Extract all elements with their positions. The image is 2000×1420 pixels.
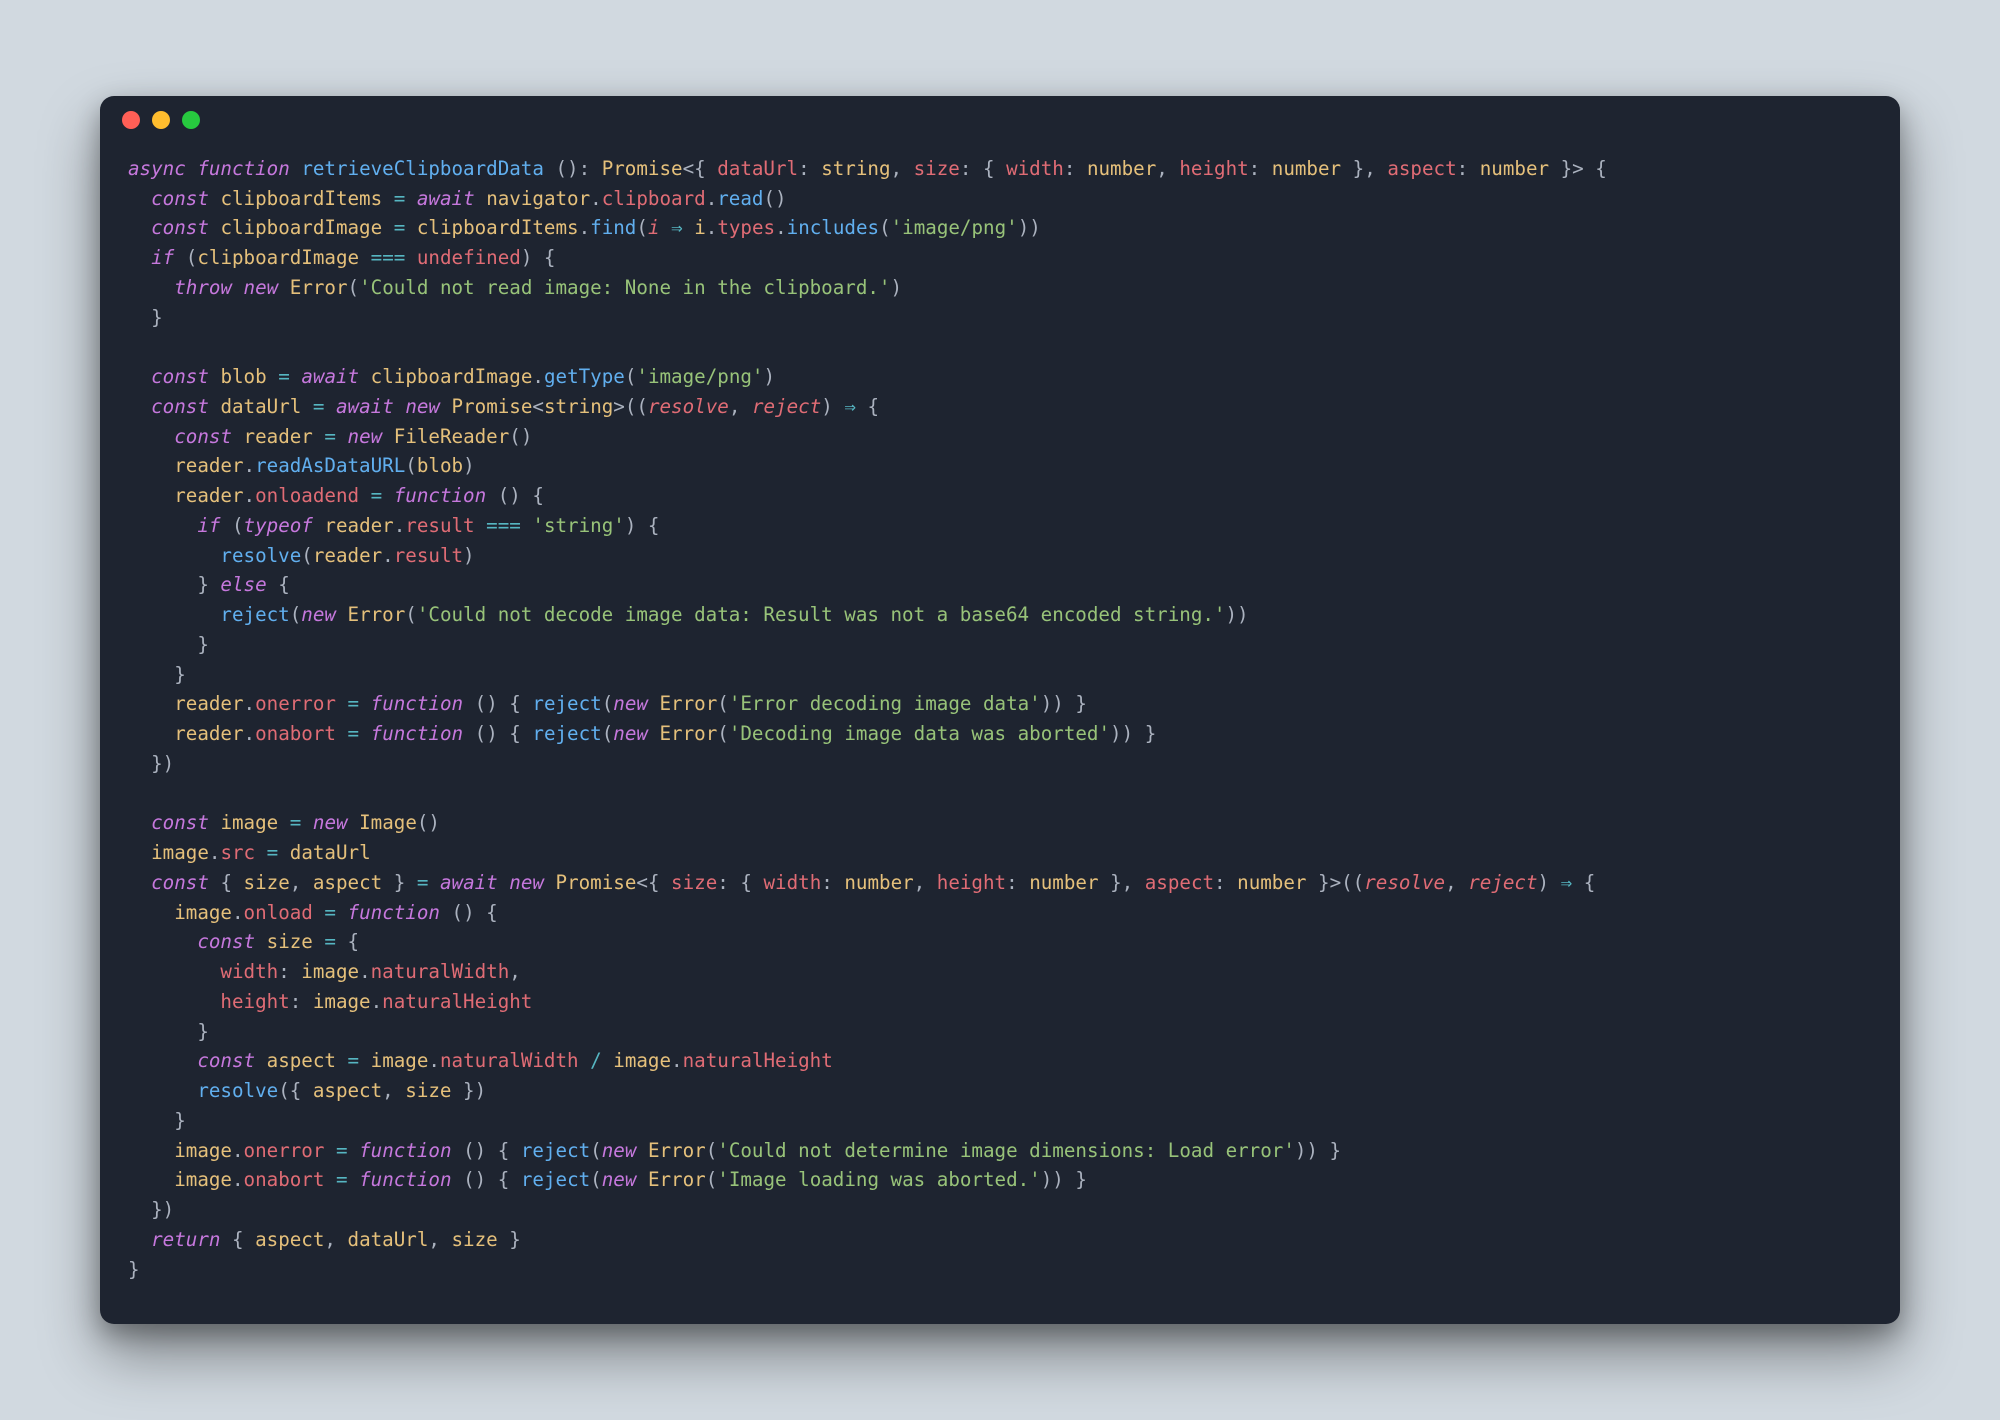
- close-icon[interactable]: [122, 111, 140, 129]
- kw-async: async: [128, 157, 186, 180]
- maximize-icon[interactable]: [182, 111, 200, 129]
- code-window: async function retrieveClipboardData ():…: [100, 96, 1900, 1325]
- minimize-icon[interactable]: [152, 111, 170, 129]
- titlebar: [100, 96, 1900, 144]
- fn-name: retrieveClipboardData: [301, 157, 544, 180]
- kw-function: function: [197, 157, 289, 180]
- code-block: async function retrieveClipboardData ():…: [100, 144, 1900, 1325]
